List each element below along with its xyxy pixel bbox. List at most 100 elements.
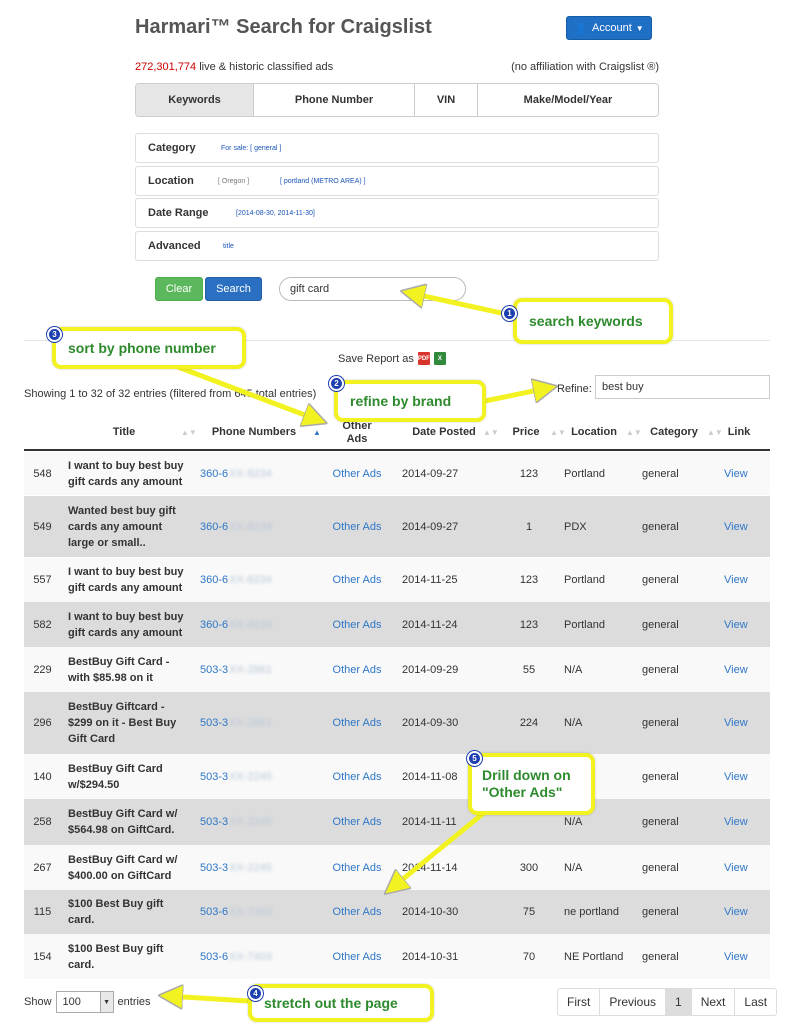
page-current[interactable]: 1: [666, 989, 692, 1015]
row-id: 549: [24, 496, 61, 557]
filter-location-state[interactable]: [ Oregon ]: [218, 178, 280, 185]
account-button[interactable]: 👤 Account ▼: [566, 16, 652, 40]
page-last[interactable]: Last: [735, 989, 776, 1015]
row-view-link[interactable]: View: [724, 647, 754, 692]
filter-date-value[interactable]: [2014-08-30, 2014-11-30]: [236, 210, 315, 217]
row-location-text: NE Portland: [564, 950, 624, 963]
page-first[interactable]: First: [558, 989, 601, 1015]
table-row: 296 BestBuy Giftcard - $299 on it - Best …: [24, 692, 770, 754]
filter-location-value[interactable]: [ portland (METRO AREA) ]: [280, 178, 366, 185]
row-other-ads-link[interactable]: Other Ads: [322, 890, 392, 934]
col-link[interactable]: Link: [724, 414, 754, 451]
row-title-text: BestBuy Gift Card w/$294.50: [68, 762, 163, 791]
row-view-link[interactable]: View: [724, 890, 754, 934]
search-button[interactable]: Search: [205, 277, 262, 301]
filter-advanced-value[interactable]: title: [223, 243, 234, 250]
row-location-text: N/A: [564, 861, 583, 874]
row-date: 2014-10-31: [402, 934, 482, 979]
row-view-link[interactable]: View: [724, 496, 754, 557]
row-phone-link[interactable]: 360-6 XX-8234: [200, 602, 300, 647]
entries-select[interactable]: 100 ▼: [55, 991, 114, 1013]
row-phone-blurred: XX-2245: [229, 861, 272, 874]
col-category[interactable]: Category: [644, 414, 704, 451]
tab-keywords[interactable]: Keywords: [136, 84, 254, 116]
row-title-text: Wanted best buy gift cards any amount la…: [68, 504, 176, 549]
row-phone-link[interactable]: 360-6 XX-8234: [200, 558, 300, 602]
row-category-text: general: [642, 574, 679, 586]
row-phone-blurred: XX-2245: [229, 816, 272, 828]
row-other-ads-link[interactable]: Other Ads: [322, 602, 392, 647]
col-price[interactable]: Price: [506, 414, 546, 451]
row-other-ads-link[interactable]: Other Ads: [322, 754, 392, 799]
row-phone-link[interactable]: 503-6 XX-7403: [200, 890, 300, 934]
tab-make-model-year[interactable]: Make/Model/Year: [478, 84, 658, 116]
row-view-link[interactable]: View: [724, 452, 754, 495]
row-phone-link[interactable]: 503-3 XX-2245: [200, 799, 300, 845]
row-other-ads-link[interactable]: Other Ads: [322, 799, 392, 845]
row-view-link[interactable]: View: [724, 754, 754, 799]
row-view-link-text: View: [724, 663, 748, 676]
row-price: 300: [502, 845, 556, 890]
filter-category[interactable]: Category For sale: [ general ]: [135, 133, 659, 163]
row-category-text: general: [642, 950, 679, 963]
row-view-link[interactable]: View: [724, 934, 754, 979]
filter-category-value[interactable]: For sale: [ general ]: [221, 145, 281, 152]
col-phone[interactable]: Phone Numbers: [204, 414, 304, 451]
row-view-link[interactable]: View: [724, 799, 754, 845]
row-view-link[interactable]: View: [724, 558, 754, 602]
row-phone-link-text: 503-6: [200, 950, 229, 963]
keyword-input[interactable]: gift card: [279, 277, 466, 301]
col-title[interactable]: Title: [64, 414, 184, 451]
row-price-text: 224: [519, 717, 539, 729]
callout-badge-2: 2: [329, 376, 344, 391]
row-phone-link[interactable]: 503-3 XX-2861: [200, 692, 300, 754]
row-date: 2014-11-24: [402, 602, 482, 647]
row-other-ads-link[interactable]: Other Ads: [322, 452, 392, 495]
row-title: I want to buy best buy gift cards any am…: [68, 602, 190, 647]
table-row: 229 BestBuy Gift Card - with $85.98 on it…: [24, 647, 770, 692]
row-category: general: [642, 558, 702, 602]
row-other-ads-link-text: Other Ads: [332, 717, 382, 729]
tab-vin[interactable]: VIN: [415, 84, 478, 116]
filter-category-label: Category: [148, 142, 196, 154]
ad-count-text: 272,301,774 live & historic classified a…: [135, 61, 333, 73]
row-phone-link[interactable]: 360-6 XX-8234: [200, 452, 300, 495]
row-other-ads-link[interactable]: Other Ads: [322, 845, 392, 890]
row-view-link[interactable]: View: [724, 845, 754, 890]
col-location[interactable]: Location: [566, 414, 622, 451]
row-other-ads-link[interactable]: Other Ads: [322, 558, 392, 602]
row-location-text: N/A: [564, 717, 583, 729]
row-phone-link[interactable]: 503-6 XX-7403: [200, 934, 300, 979]
row-phone-link[interactable]: 360-6 XX-8234: [200, 496, 300, 557]
filter-location[interactable]: Location [ Oregon ] [ portland (METRO AR…: [135, 166, 659, 196]
refine-input[interactable]: best buy: [595, 375, 770, 399]
page-previous[interactable]: Previous: [600, 989, 667, 1015]
show-label: Show: [24, 996, 52, 1008]
row-phone-link[interactable]: 503-3 XX-2245: [200, 845, 300, 890]
row-other-ads-link[interactable]: Other Ads: [322, 934, 392, 979]
row-price-text: 75: [522, 906, 536, 918]
page-next[interactable]: Next: [692, 989, 736, 1015]
row-category-text: general: [642, 861, 679, 874]
excel-icon[interactable]: X: [433, 352, 446, 365]
row-price: 70: [502, 934, 556, 979]
row-phone-link-text: 360-6: [200, 574, 229, 586]
row-phone-link[interactable]: 503-3 XX-2245: [200, 754, 300, 799]
pdf-icon[interactable]: PDF: [417, 352, 430, 365]
row-category-text: general: [642, 663, 679, 676]
sort-icon: ▲▼: [181, 428, 197, 437]
row-title-text: BestBuy Giftcard - $299 on it - Best Buy…: [68, 701, 177, 745]
row-other-ads-link[interactable]: Other Ads: [322, 692, 392, 754]
row-view-link[interactable]: View: [724, 692, 754, 754]
row-view-link[interactable]: View: [724, 602, 754, 647]
filter-date-range[interactable]: Date Range [2014-08-30, 2014-11-30]: [135, 198, 659, 228]
row-id: 557: [24, 558, 61, 602]
clear-button[interactable]: Clear: [155, 277, 203, 301]
tab-phone-number[interactable]: Phone Number: [254, 84, 415, 116]
row-date: 2014-09-27: [402, 452, 482, 495]
row-date-text: 2014-09-30: [402, 717, 459, 729]
filter-advanced[interactable]: Advanced title: [135, 231, 659, 261]
row-other-ads-link[interactable]: Other Ads: [322, 647, 392, 692]
row-phone-link[interactable]: 503-3 XX-2861: [200, 647, 300, 692]
row-other-ads-link[interactable]: Other Ads: [322, 496, 392, 557]
